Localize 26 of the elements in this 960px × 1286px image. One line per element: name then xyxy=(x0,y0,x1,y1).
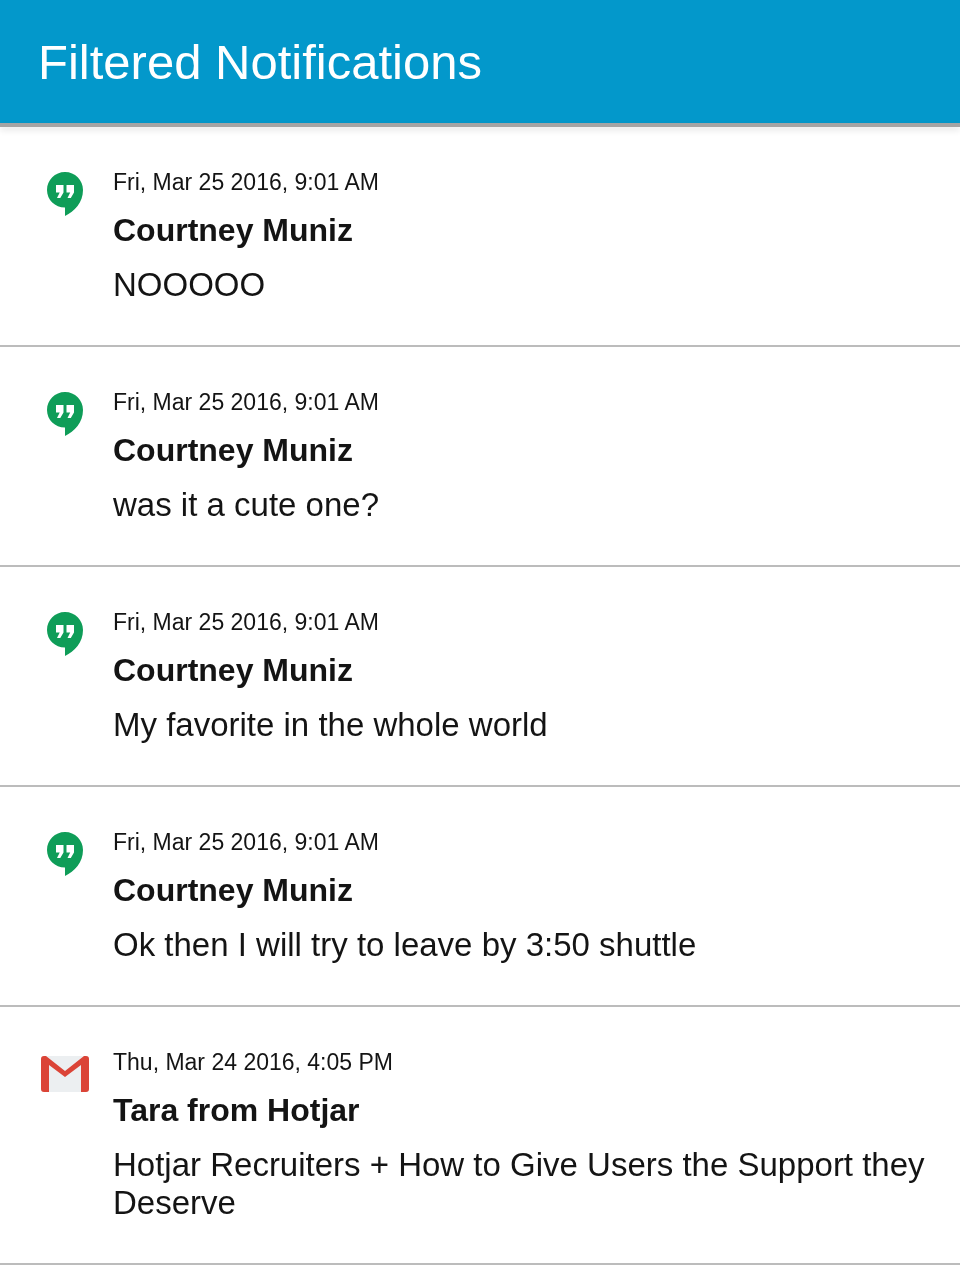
notification-item[interactable]: Thu, Mar 24 2016, 4:05 PM Tara from Hotjar Hotjar Recruiters + How to Give Users the Support they Deserve xyxy=(0,1007,960,1265)
sender-name: Courtney Muniz xyxy=(113,652,354,688)
envelope-icon xyxy=(41,1056,89,1092)
notification-time: Fri, Mar 25 2016, 9:01 AM xyxy=(113,168,380,197)
message-text: Ok then I will try to leave by 3:50 shuttle xyxy=(113,926,698,964)
notification-item[interactable]: Fri, Mar 25 2016, 9:01 AM Courtney Muniz was it a cute one? xyxy=(0,347,960,567)
sender-name: Tara from Hotjar xyxy=(113,1092,361,1128)
message-text: Hotjar Recruiters + How to Give Users the Support they Deserve xyxy=(113,1146,926,1222)
speech-bubble-icon xyxy=(47,832,83,876)
speech-bubble-icon xyxy=(47,392,83,436)
speech-bubble-icon xyxy=(47,172,83,216)
notification-item[interactable]: Fri, Mar 25 2016, 9:01 AM Courtney Muniz Ok then I will try to leave by 3:50 shuttle xyxy=(0,787,960,1007)
notification-time: Thu, Mar 24 2016, 4:05 PM xyxy=(113,1048,394,1077)
sender-name: Courtney Muniz xyxy=(113,212,354,248)
message-text: NOOOOO xyxy=(113,266,267,304)
speech-bubble-icon xyxy=(47,612,83,656)
message-text: My favorite in the whole world xyxy=(113,706,549,744)
notification-item[interactable]: Fri, Mar 25 2016, 9:01 AM Courtney Muniz NOOOOO xyxy=(0,127,960,347)
message-text: was it a cute one? xyxy=(113,486,380,524)
notification-time: Fri, Mar 25 2016, 9:01 AM xyxy=(113,608,380,637)
notification-item[interactable]: Fri, Mar 25 2016, 9:01 AM Courtney Muniz My favorite in the whole world xyxy=(0,567,960,787)
page-title: Filtered Notifications xyxy=(38,33,482,91)
notification-time: Fri, Mar 25 2016, 9:01 AM xyxy=(113,828,380,857)
sender-name: Courtney Muniz xyxy=(113,432,354,468)
notification-time: Fri, Mar 25 2016, 9:01 AM xyxy=(113,388,380,417)
sender-name: Courtney Muniz xyxy=(113,872,354,908)
